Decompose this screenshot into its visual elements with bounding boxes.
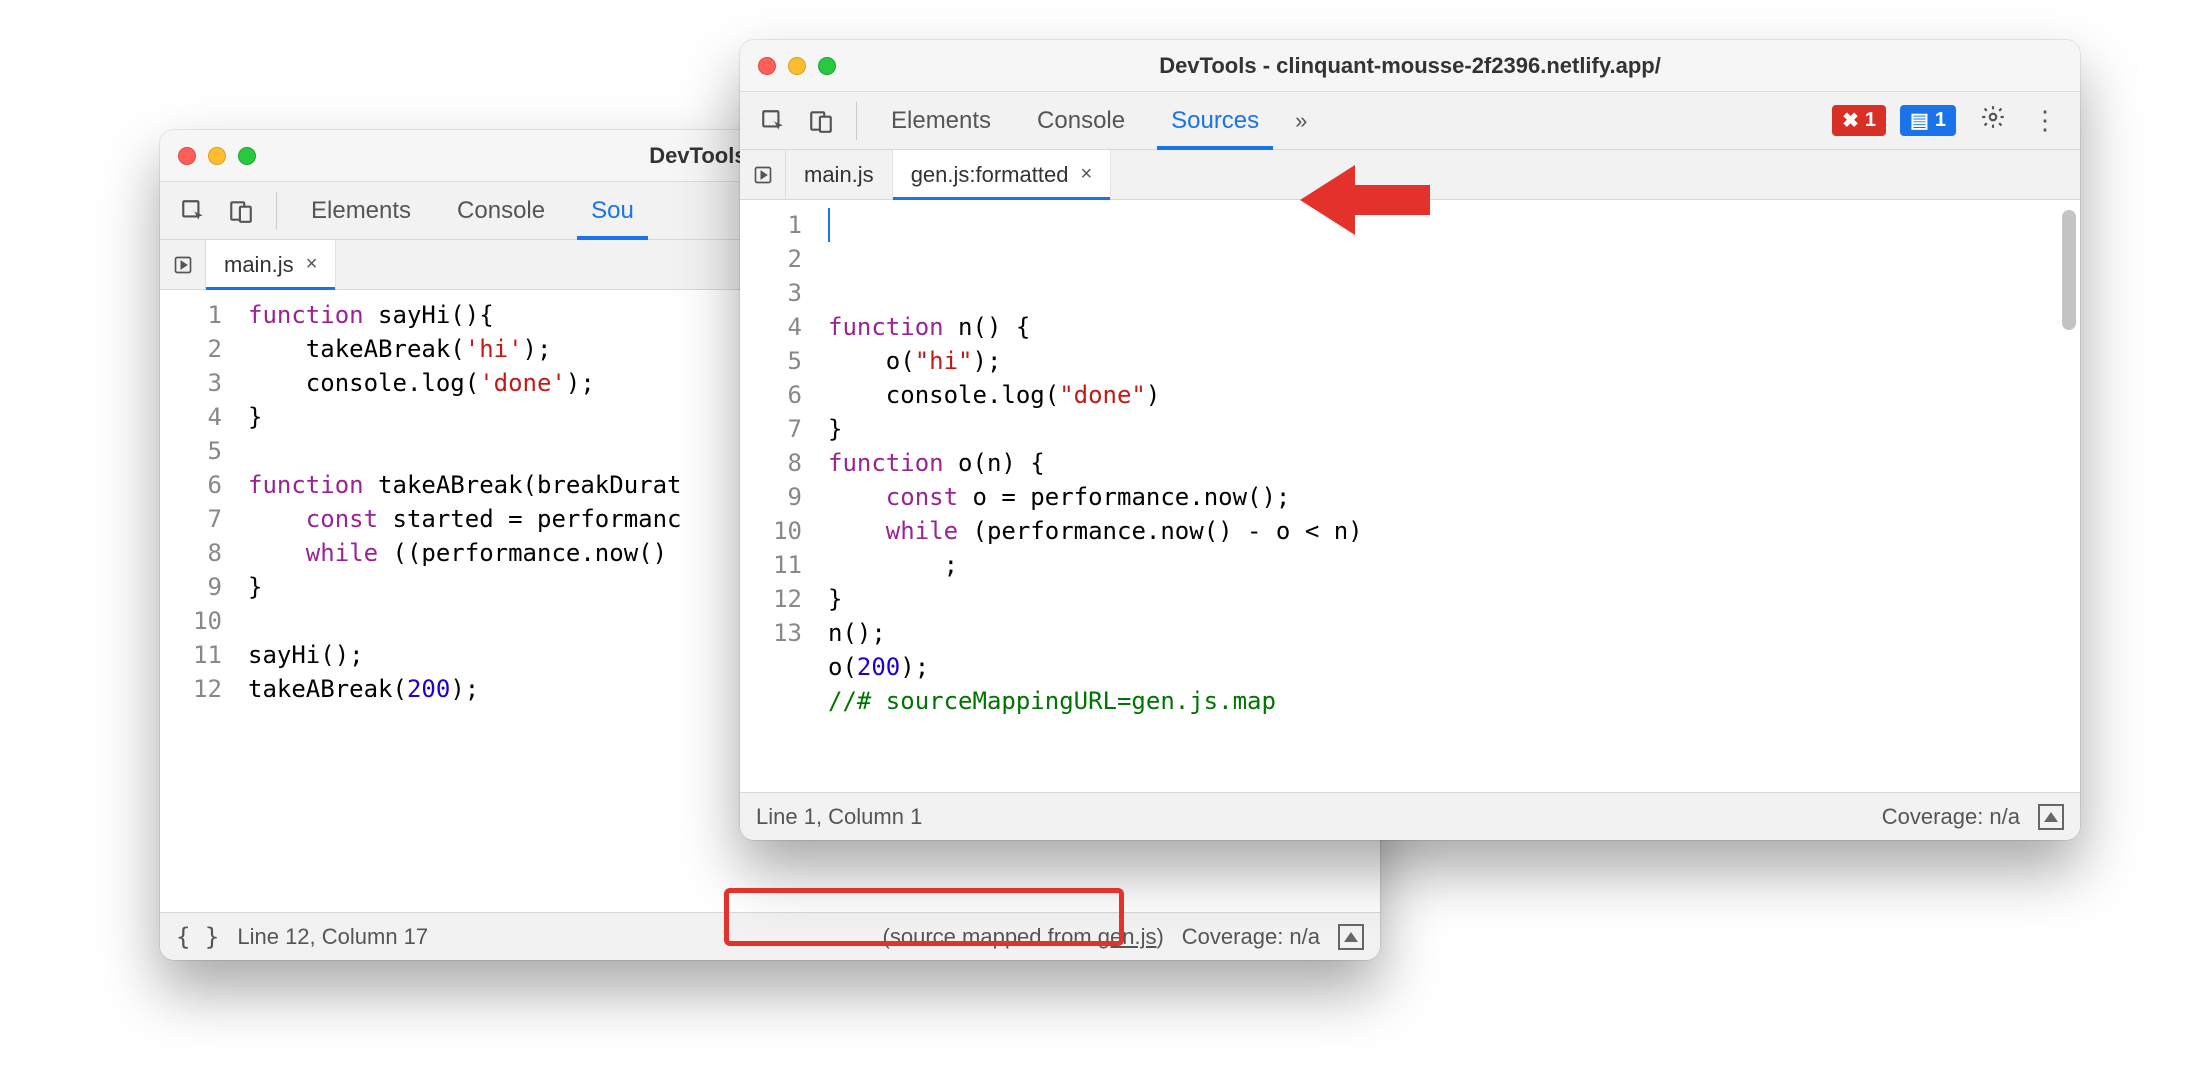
minimize-window-button[interactable] (208, 147, 226, 165)
run-snippet-icon[interactable] (740, 150, 786, 199)
expand-drawer-icon[interactable] (1338, 924, 1364, 950)
minimize-window-button[interactable] (788, 57, 806, 75)
scrollbar-thumb[interactable] (2062, 210, 2076, 330)
run-snippet-icon[interactable] (160, 240, 206, 289)
close-icon[interactable]: × (1080, 163, 1092, 186)
file-tab-gen-js-formatted[interactable]: gen.js:formatted × (893, 150, 1111, 199)
panel-tab-console[interactable]: Console (1017, 92, 1145, 149)
message-icon: ▤ (1910, 108, 1929, 133)
devtools-window-right: DevTools - clinquant-mousse-2f2396.netli… (740, 40, 2080, 840)
source-map-link[interactable]: gen.js (1098, 924, 1157, 949)
line-gutter: 12345678910111213 (740, 200, 814, 792)
error-count-badge[interactable]: ✖ 1 (1832, 105, 1886, 136)
zoom-window-button[interactable] (238, 147, 256, 165)
settings-gear-icon[interactable] (1970, 104, 2016, 137)
pretty-print-button[interactable]: { } (176, 923, 219, 951)
zoom-window-button[interactable] (818, 57, 836, 75)
window-title: DevTools - clinquant-mousse-2f2396.netli… (740, 53, 2080, 79)
inspect-element-icon[interactable] (752, 100, 794, 142)
coverage-label: Coverage: n/a (1882, 804, 2020, 830)
code-content[interactable]: function n() { o("hi"); console.log("don… (814, 200, 2080, 792)
file-tab-label: main.js (804, 162, 874, 188)
panel-tab-console[interactable]: Console (437, 182, 565, 239)
file-tabbar: main.js gen.js:formatted × (740, 150, 2080, 200)
separator (856, 102, 857, 140)
code-editor[interactable]: 12345678910111213 function n() { o("hi")… (740, 200, 2080, 792)
file-tab-main-js[interactable]: main.js × (206, 240, 336, 289)
close-icon[interactable]: × (306, 253, 318, 276)
separator (276, 192, 277, 230)
device-toolbar-icon[interactable] (220, 190, 262, 232)
source-map-indicator[interactable]: (source mapped from gen.js) (883, 924, 1164, 950)
line-gutter: 123456789101112 (160, 290, 234, 912)
statusbar: { } Line 12, Column 17 (source mapped fr… (160, 912, 1380, 960)
toolbar: Elements Console Sources » ✖ 1 ▤ 1 ⋮ (740, 92, 2080, 150)
inspect-element-icon[interactable] (172, 190, 214, 232)
device-toolbar-icon[interactable] (800, 100, 842, 142)
coverage-label: Coverage: n/a (1182, 924, 1320, 950)
statusbar: Line 1, Column 1 Coverage: n/a (740, 792, 2080, 840)
file-tab-label: main.js (224, 252, 294, 278)
close-window-button[interactable] (178, 147, 196, 165)
close-window-button[interactable] (758, 57, 776, 75)
panel-tab-elements[interactable]: Elements (871, 92, 1011, 149)
more-tabs-chevron-icon[interactable]: » (1285, 108, 1317, 134)
more-menu-icon[interactable]: ⋮ (2022, 105, 2068, 136)
titlebar[interactable]: DevTools - clinquant-mousse-2f2396.netli… (740, 40, 2080, 92)
file-tab-label: gen.js:formatted (911, 162, 1069, 188)
cursor-position: Line 1, Column 1 (756, 804, 922, 830)
panel-tab-sources[interactable]: Sources (1151, 92, 1279, 149)
panel-tab-sources[interactable]: Sou (571, 182, 654, 239)
cursor-position: Line 12, Column 17 (237, 924, 428, 950)
panel-tab-elements[interactable]: Elements (291, 182, 431, 239)
file-tab-main-js[interactable]: main.js (786, 150, 893, 199)
expand-drawer-icon[interactable] (2038, 804, 2064, 830)
cursor-indicator (828, 208, 830, 242)
issue-count-badge[interactable]: ▤ 1 (1900, 105, 1956, 136)
error-icon: ✖ (1842, 108, 1859, 133)
